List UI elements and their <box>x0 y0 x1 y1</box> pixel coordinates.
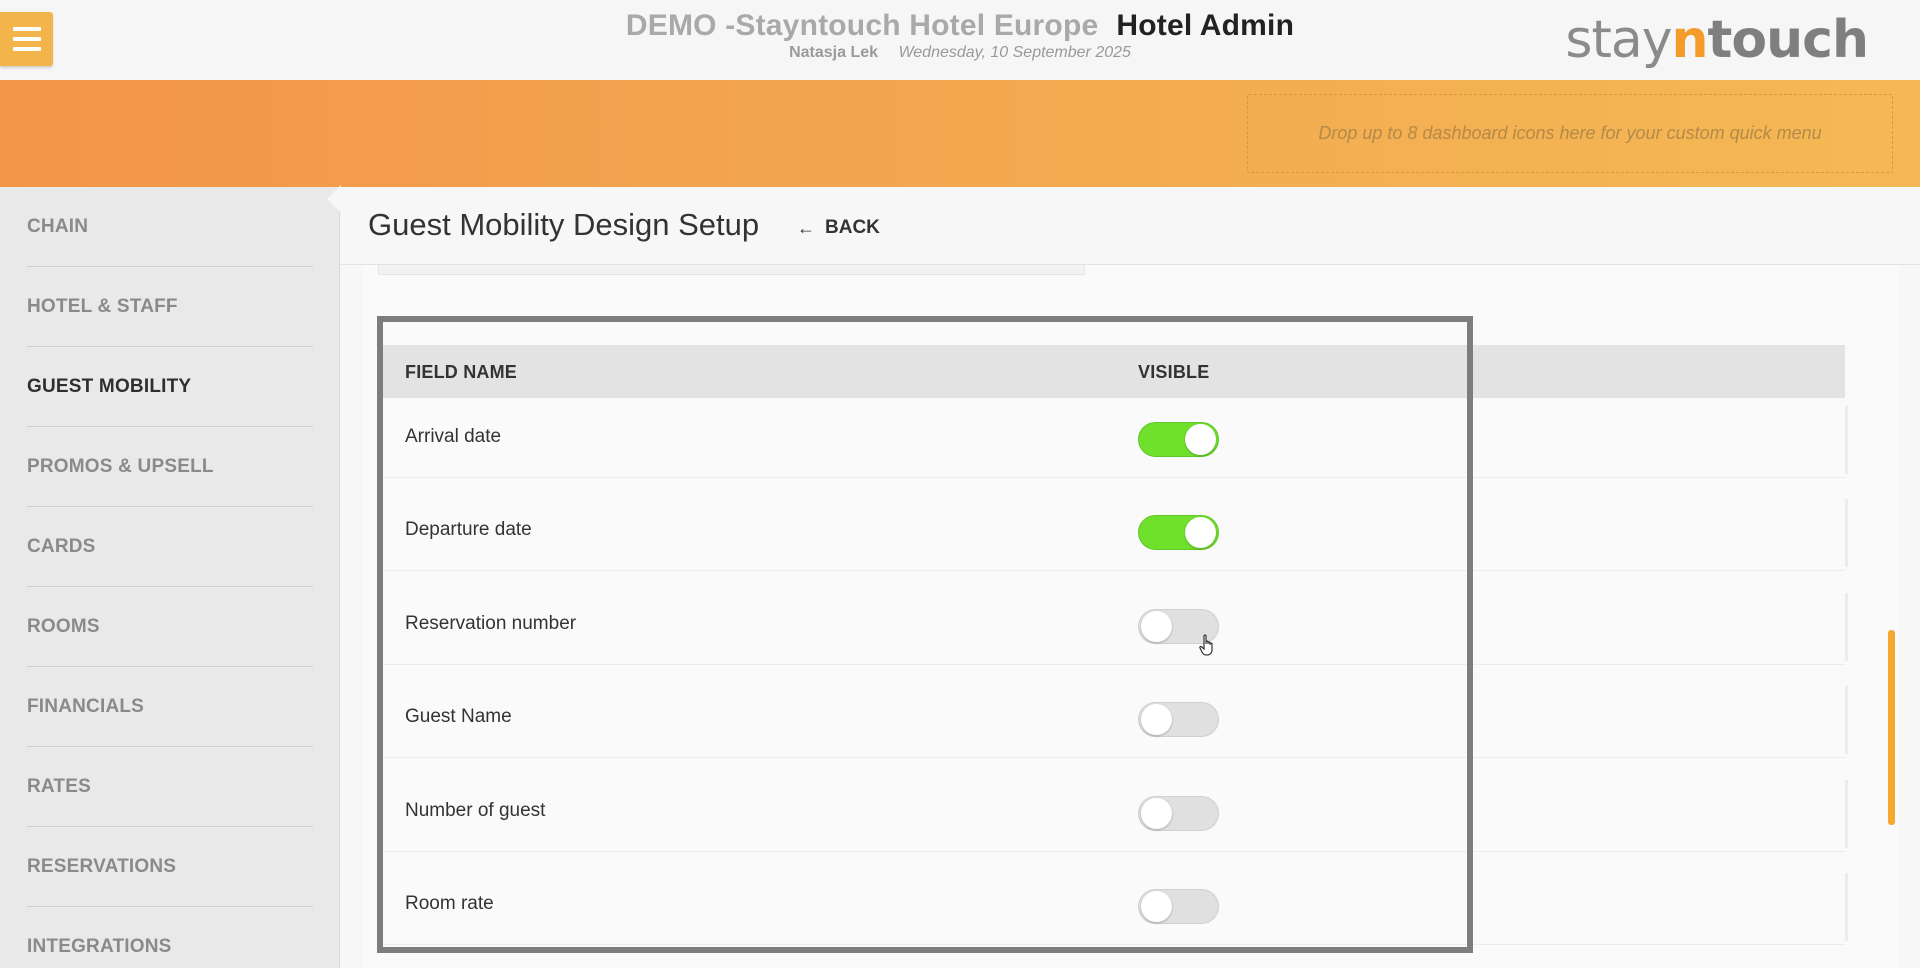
back-label: BACK <box>825 217 880 238</box>
table-row: Reservation number <box>378 585 1848 665</box>
visible-toggle-arrival-date[interactable] <box>1138 422 1219 457</box>
sidebar-item-integrations[interactable]: INTEGRATIONS <box>27 907 313 968</box>
previous-section-edge <box>378 265 1085 275</box>
sidebar-item-reservations[interactable]: RESERVATIONS <box>27 827 313 907</box>
page-title: Guest Mobility Design Setup <box>368 207 760 242</box>
hotel-name: DEMO -Stayntouch Hotel Europe <box>625 9 1099 42</box>
sidebar-item-financials[interactable]: FINANCIALS <box>27 667 313 747</box>
sidebar: CHAIN HOTEL & STAFF GUEST MOBILITY PROMO… <box>0 187 340 968</box>
back-arrow-icon: ← <box>797 217 815 238</box>
top-bar: DEMO -Stayntouch Hotel Europe Hotel Admin… <box>0 0 1920 80</box>
visible-toggle-departure-date[interactable] <box>1138 515 1219 550</box>
sidebar-item-hotel-staff[interactable]: HOTEL & STAFF <box>27 267 313 347</box>
toggle-knob <box>1141 798 1172 829</box>
field-label: Room rate <box>405 893 494 914</box>
column-header-visible: VISIBLE <box>1138 362 1210 382</box>
toggle-knob <box>1141 891 1172 922</box>
field-label: Number of guest <box>405 800 546 821</box>
quick-menu-dropzone[interactable]: Drop up to 8 dashboard icons here for yo… <box>1247 94 1893 173</box>
field-label: Reservation number <box>405 613 577 634</box>
visible-toggle-room-rate[interactable] <box>1138 889 1219 924</box>
sidebar-item-chain[interactable]: CHAIN <box>27 187 313 267</box>
current-date: Wednesday, 10 September 2025 <box>898 44 1131 61</box>
table-row: Guest Name <box>378 678 1848 758</box>
table-row: Departure date <box>378 491 1848 571</box>
toggle-knob <box>1141 704 1172 735</box>
sidebar-item-rates[interactable]: RATES <box>27 747 313 827</box>
sidebar-item-promos-upsell[interactable]: PROMOS & UPSELL <box>27 427 313 507</box>
field-label: Guest Name <box>405 706 512 727</box>
page-header: Guest Mobility Design Setup ← BACK <box>341 187 1920 265</box>
column-header-field-name: FIELD NAME <box>405 362 517 382</box>
main-content: Guest Mobility Design Setup ← BACK FIELD… <box>341 187 1920 968</box>
sidebar-item-cards[interactable]: CARDS <box>27 507 313 587</box>
visible-toggle-guest-name[interactable] <box>1138 702 1219 737</box>
sidebar-item-guest-mobility[interactable]: GUEST MOBILITY <box>27 347 313 427</box>
field-visibility-card: FIELD NAME VISIBLE Arrival date Departur… <box>363 265 1899 968</box>
toggle-knob <box>1141 611 1172 642</box>
field-label: Departure date <box>405 519 532 540</box>
app-name: Hotel Admin <box>1116 9 1295 42</box>
toggle-knob <box>1185 517 1216 548</box>
visible-toggle-number-of-guest[interactable] <box>1138 796 1219 831</box>
back-button[interactable]: ← BACK <box>797 217 880 239</box>
quick-menu-banner: Drop up to 8 dashboard icons here for yo… <box>0 80 1920 187</box>
field-label: Arrival date <box>405 426 502 447</box>
hand-cursor-icon <box>1199 634 1213 656</box>
table-row: Room rate <box>378 865 1848 945</box>
sidebar-item-rooms[interactable]: ROOMS <box>27 587 313 667</box>
toggle-knob <box>1185 424 1216 455</box>
vertical-scrollbar[interactable] <box>1888 630 1895 825</box>
stayntouch-logo: stayntouch <box>1565 10 1869 70</box>
table-header: FIELD NAME VISIBLE <box>378 345 1845 398</box>
user-name: Natasja Lek <box>789 44 879 61</box>
table-row: Number of guest <box>378 772 1848 852</box>
active-item-pointer <box>327 185 341 213</box>
table-row: Arrival date <box>378 398 1848 478</box>
